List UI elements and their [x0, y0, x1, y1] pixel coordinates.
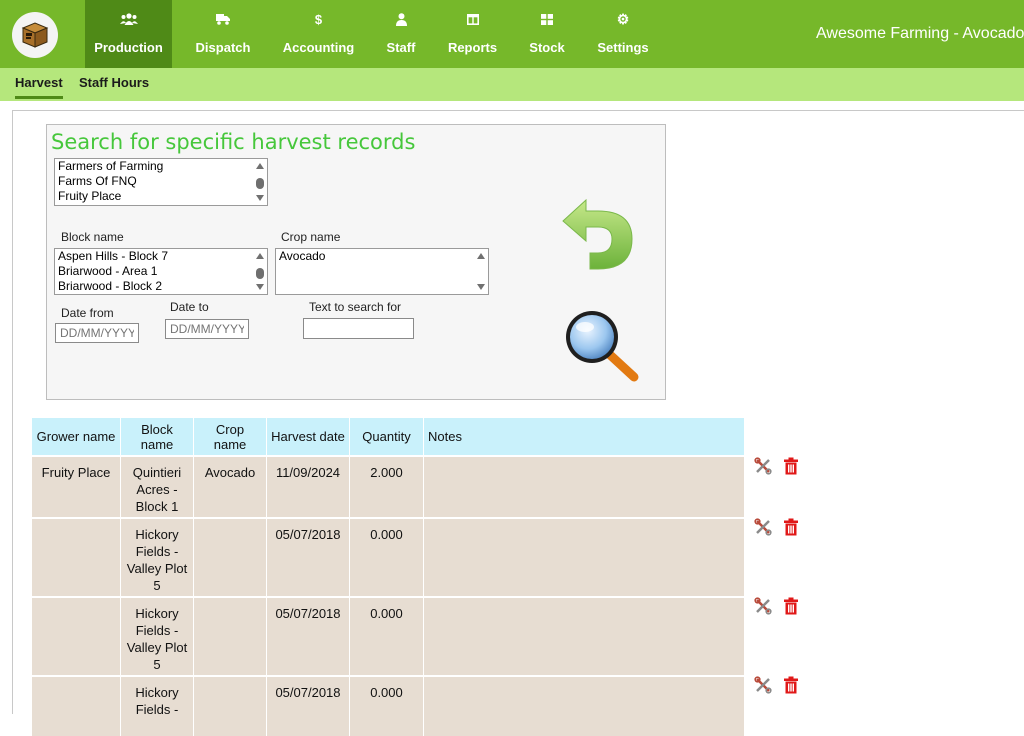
block-option[interactable]: Briarwood - Area 1: [55, 264, 267, 279]
row-actions: [753, 517, 801, 537]
subtab-harvest[interactable]: Harvest: [15, 75, 63, 99]
search-text-input[interactable]: [303, 318, 414, 339]
date-to-label: Date to: [170, 300, 209, 314]
trash-icon[interactable]: [781, 675, 801, 695]
grower-option[interactable]: Fruity Place: [55, 189, 267, 204]
crop-scrollbar[interactable]: [476, 251, 486, 292]
block-option[interactable]: Aspen Hills - Block 7: [55, 249, 267, 264]
nav-label: Accounting: [282, 40, 355, 55]
block-name-label: Block name: [61, 230, 124, 244]
cell-block: Hickory Fields -: [120, 675, 194, 736]
cell-quantity: 0.000: [349, 596, 424, 676]
nav-staff[interactable]: Staff: [378, 0, 424, 68]
grower-option[interactable]: Farms Of FNQ: [55, 174, 267, 189]
harvest-results-table: Grower name Block name Crop name Harvest…: [32, 418, 745, 736]
nav-label: Production: [94, 40, 163, 55]
grower-option[interactable]: Farmers of Farming: [55, 159, 267, 174]
edit-tools-icon[interactable]: [753, 517, 773, 537]
row-actions: [753, 596, 801, 616]
crop-name-label: Crop name: [281, 230, 341, 244]
cell-date: 05/07/2018: [266, 675, 350, 736]
cell-grower: [32, 517, 121, 597]
app-title: Awesome Farming - Avocado: [816, 25, 1024, 42]
date-to-input[interactable]: [165, 319, 249, 339]
cell-notes: [423, 596, 745, 676]
trash-icon[interactable]: [781, 596, 801, 616]
grower-scrollbar[interactable]: [255, 161, 265, 203]
nav-stock[interactable]: Stock: [522, 0, 572, 68]
table-header-row: Grower name Block name Crop name Harvest…: [32, 418, 745, 456]
date-from-input[interactable]: [55, 323, 139, 343]
nav-dispatch[interactable]: Dispatch: [186, 0, 260, 68]
user-icon: [395, 12, 407, 26]
header-grower-name[interactable]: Grower name: [32, 418, 121, 456]
undo-arrow-icon[interactable]: [560, 197, 634, 276]
cell-crop: [193, 596, 267, 676]
cell-crop: [193, 675, 267, 736]
cell-crop: [193, 517, 267, 597]
cell-grower: Fruity Place: [32, 455, 121, 518]
nav-label: Staff: [386, 40, 416, 55]
top-navigation-bar: Production Dispatch $ Accounting Staff R…: [0, 0, 1024, 68]
header-notes[interactable]: Notes: [423, 418, 745, 456]
table-row[interactable]: Fruity Place Quintieri Acres - Block 1 A…: [32, 455, 745, 518]
edit-tools-icon[interactable]: [753, 596, 773, 616]
grid-icon: [541, 12, 553, 26]
gear-icon: ⚙: [616, 10, 630, 27]
nav-production[interactable]: Production: [85, 0, 172, 68]
search-text-label: Text to search for: [309, 300, 402, 314]
header-block-name[interactable]: Block name: [120, 418, 194, 456]
crop-listbox[interactable]: Avocado: [275, 248, 489, 295]
cell-block: Hickory Fields - Valley Plot 5: [120, 517, 194, 597]
block-scrollbar[interactable]: [255, 251, 265, 292]
search-title: Search for specific harvest records: [51, 130, 416, 154]
cell-date: 05/07/2018: [266, 596, 350, 676]
app-logo-box-icon[interactable]: [12, 12, 58, 58]
nav-accounting[interactable]: $ Accounting: [276, 0, 361, 68]
cell-notes: [423, 455, 745, 518]
cell-crop: Avocado: [193, 455, 267, 518]
cell-quantity: 2.000: [349, 455, 424, 518]
block-option[interactable]: Briarwood - Block 2: [55, 279, 267, 294]
nav-settings[interactable]: ⚙ Settings: [590, 0, 656, 68]
users-icon: [119, 12, 138, 26]
row-actions: [753, 675, 801, 695]
sub-navigation-bar: Harvest Staff Hours: [0, 68, 1024, 101]
trash-icon[interactable]: [781, 517, 801, 537]
cell-grower: [32, 596, 121, 676]
cell-grower: [32, 675, 121, 736]
nav-reports[interactable]: Reports: [440, 0, 505, 68]
row-actions: [753, 456, 801, 476]
cell-block: Hickory Fields - Valley Plot 5: [120, 596, 194, 676]
columns-icon: [466, 12, 479, 26]
edit-tools-icon[interactable]: [753, 456, 773, 476]
cell-date: 05/07/2018: [266, 517, 350, 597]
grower-listbox[interactable]: Farmers of Farming Farms Of FNQ Fruity P…: [54, 158, 268, 206]
cell-notes: [423, 675, 745, 736]
table-row[interactable]: Hickory Fields - Valley Plot 5 05/07/201…: [32, 596, 745, 676]
edit-tools-icon[interactable]: [753, 675, 773, 695]
magnifier-icon[interactable]: [562, 307, 640, 388]
cell-quantity: 0.000: [349, 675, 424, 736]
crop-option[interactable]: Avocado: [276, 249, 488, 264]
trash-icon[interactable]: [781, 456, 801, 476]
table-row[interactable]: Hickory Fields - 05/07/2018 0.000: [32, 675, 745, 736]
truck-icon: [216, 12, 230, 26]
nav-label: Reports: [447, 40, 498, 55]
nav-label: Stock: [529, 40, 565, 55]
cell-quantity: 0.000: [349, 517, 424, 597]
header-harvest-date[interactable]: Harvest date: [266, 418, 350, 456]
header-quantity[interactable]: Quantity: [349, 418, 424, 456]
cell-date: 11/09/2024: [266, 455, 350, 518]
cell-block: Quintieri Acres - Block 1: [120, 455, 194, 518]
nav-label: Settings: [597, 40, 649, 55]
block-listbox[interactable]: Aspen Hills - Block 7 Briarwood - Area 1…: [54, 248, 268, 295]
nav-label: Dispatch: [195, 40, 251, 55]
header-crop-name[interactable]: Crop name: [193, 418, 267, 456]
subtab-staff-hours[interactable]: Staff Hours: [79, 75, 149, 90]
cell-notes: [423, 517, 745, 597]
table-row[interactable]: Hickory Fields - Valley Plot 5 05/07/201…: [32, 517, 745, 597]
date-from-label: Date from: [61, 306, 114, 320]
dollar-icon: $: [314, 11, 323, 27]
